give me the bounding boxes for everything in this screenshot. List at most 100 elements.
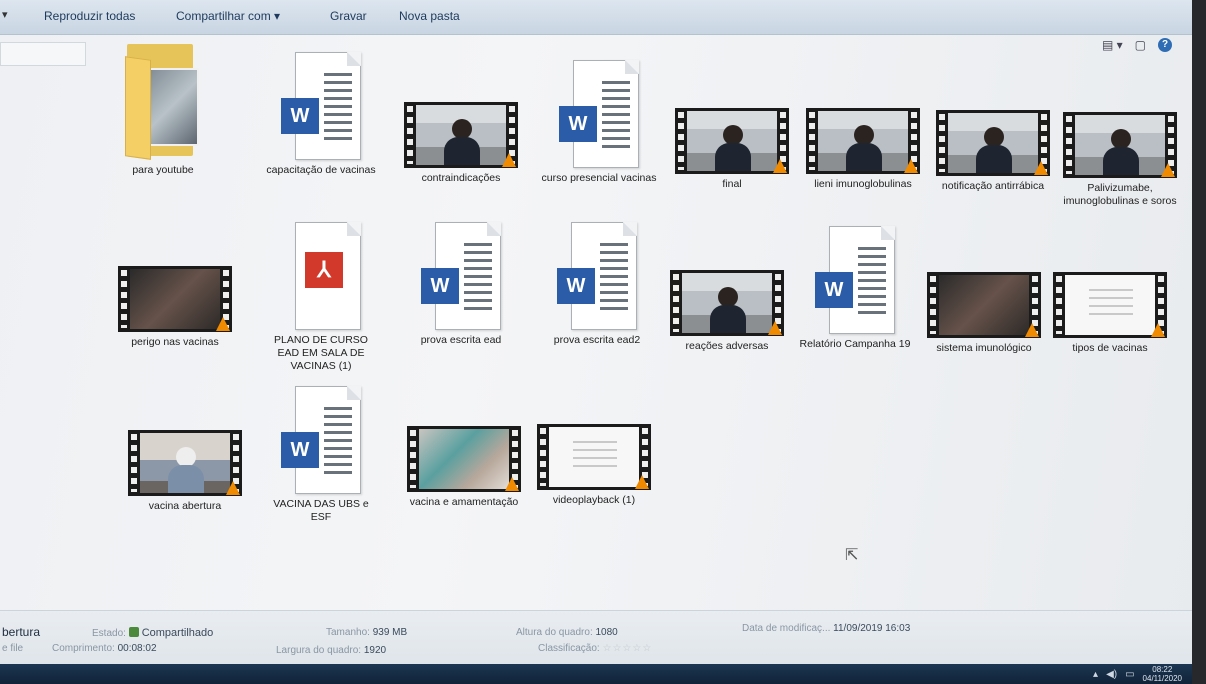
word-document-icon: W — [557, 222, 637, 330]
word-document-icon: W — [281, 386, 361, 494]
share-with-button[interactable]: Compartilhar com ▾ — [176, 9, 280, 23]
word-document-icon: W — [815, 226, 895, 334]
volume-icon[interactable]: ◀) — [1106, 669, 1117, 680]
vlc-cone-icon — [226, 481, 240, 495]
file-item-word[interactable]: W prova escrita ead — [402, 222, 520, 347]
state-label: Estado: — [92, 628, 126, 639]
file-name: perigo nas vacinas — [131, 336, 219, 348]
file-name: prova escrita ead2 — [553, 334, 641, 346]
acrobat-logo-icon: ⅄ — [305, 252, 343, 288]
file-item-video[interactable]: notificação antirrábica — [934, 86, 1052, 193]
file-item-video[interactable]: sistema imunológico — [925, 248, 1043, 355]
video-thumbnail-icon — [927, 272, 1041, 338]
length-field: Comprimento: 00:08:02 — [52, 643, 157, 654]
file-item-video[interactable]: contraindicações — [402, 78, 520, 185]
file-name: sistema imunológico — [936, 342, 1032, 354]
taskbar — [0, 664, 1192, 684]
file-name: videoplayback (1) — [552, 494, 636, 506]
file-name: VACINA DAS UBS e ESF — [273, 498, 369, 523]
frame-height-label: Altura do quadro: — [516, 627, 593, 638]
file-item-word[interactable]: W prova escrita ead2 — [538, 222, 656, 347]
file-item-video[interactable]: perigo nas vacinas — [116, 242, 234, 349]
length-label: Comprimento: — [52, 643, 115, 654]
burn-button[interactable]: Gravar — [330, 9, 367, 23]
file-item-video[interactable]: vacina abertura — [126, 406, 244, 513]
change-view-icon[interactable]: ▤ ▾ — [1102, 38, 1123, 52]
file-name: curso presencial vacinas — [541, 172, 657, 184]
file-name: prova escrita ead — [420, 334, 502, 346]
vlc-cone-icon — [216, 317, 230, 331]
preview-pane-icon[interactable]: ▢ — [1135, 38, 1146, 52]
video-thumbnail-icon — [404, 102, 518, 168]
file-name: notificação antirrábica — [941, 180, 1045, 192]
word-document-icon: W — [421, 222, 501, 330]
file-name: para youtube — [132, 164, 194, 176]
tray-expand-icon[interactable]: ▴ — [1093, 669, 1098, 680]
file-item-video[interactable]: vacina e amamentação — [405, 402, 523, 509]
vlc-cone-icon — [1151, 323, 1165, 337]
file-item-video[interactable]: lieni imunoglobulinas — [804, 84, 922, 191]
video-thumbnail-icon — [675, 108, 789, 174]
file-item-word[interactable]: W curso presencial vacinas — [540, 60, 658, 185]
modified-label: Data de modificaç... — [742, 623, 831, 634]
rating-stars[interactable]: ☆☆☆☆☆ — [602, 643, 652, 654]
modified-field: Data de modificaç... 11/09/2019 16:03 — [742, 623, 910, 634]
vlc-cone-icon — [1161, 163, 1175, 177]
video-thumbnail-icon — [537, 424, 651, 490]
vlc-cone-icon — [502, 153, 516, 167]
file-item-word[interactable]: W VACINA DAS UBS e ESF — [262, 386, 380, 524]
file-item-word[interactable]: W Relatório Campanha 19 — [796, 226, 914, 351]
pdf-document-icon: ⅄ — [281, 222, 361, 330]
video-thumbnail-icon — [936, 110, 1050, 176]
vlc-cone-icon — [904, 159, 918, 173]
frame-height-field: Altura do quadro: 1080 — [516, 627, 618, 638]
file-item-video[interactable]: videoplayback (1) — [535, 400, 653, 507]
video-thumbnail-icon — [1053, 272, 1167, 338]
file-name: PLANO DE CURSO EAD EM SALA DE VACINAS (1… — [274, 334, 368, 372]
video-thumbnail-icon — [407, 426, 521, 492]
view-controls: ▤ ▾ ▢ ? — [1102, 38, 1172, 52]
file-item-folder[interactable]: para youtube — [104, 44, 222, 177]
organize-dropdown-arrow-icon[interactable]: ▾ — [2, 8, 8, 21]
size-field: Tamanho: 939 MB — [326, 627, 407, 638]
word-badge: W — [557, 268, 595, 304]
new-folder-button[interactable]: Nova pasta — [399, 9, 460, 23]
file-name: vacina e amamentação — [409, 496, 519, 508]
navigation-pane[interactable] — [0, 42, 86, 66]
details-pane: bertura e file Estado: Compartilhado Com… — [0, 610, 1192, 665]
file-name: lieni imunoglobulinas — [814, 178, 912, 190]
file-item-word[interactable]: W capacitação de vacinas — [262, 52, 380, 177]
selected-file-type: e file — [2, 643, 24, 654]
clock-time: 08:22 — [1152, 665, 1173, 674]
file-item-video[interactable]: reações adversas — [668, 246, 786, 353]
vlc-cone-icon — [773, 159, 787, 173]
video-thumbnail-icon — [128, 430, 242, 496]
word-badge: W — [281, 432, 319, 468]
selected-file-name: bertura — [2, 625, 41, 639]
modified-value: 11/09/2019 16:03 — [833, 623, 911, 634]
vlc-cone-icon — [505, 477, 519, 491]
explorer-window: ▾ Reproduzir todas Compartilhar com ▾ Gr… — [0, 0, 1192, 684]
video-thumbnail-icon — [670, 270, 784, 336]
clock-date: 04/11/2020 — [1142, 674, 1182, 683]
word-badge: W — [421, 268, 459, 304]
size-label: Tamanho: — [326, 627, 370, 638]
help-icon[interactable]: ? — [1158, 38, 1172, 52]
file-name: capacitação de vacinas — [266, 164, 376, 176]
file-item-pdf[interactable]: ⅄ PLANO DE CURSO EAD EM SALA DE VACINAS … — [262, 222, 380, 373]
share-with-label: Compartilhar com — [176, 9, 271, 23]
file-name: tipos de vacinas — [1072, 342, 1148, 354]
word-badge: W — [559, 106, 597, 142]
file-name: vacina abertura — [148, 500, 222, 512]
word-badge: W — [281, 98, 319, 134]
file-item-video[interactable]: Palivizumabe, imunoglobulinas e soros — [1061, 88, 1179, 208]
frame-width-value: 1920 — [363, 645, 387, 656]
play-all-button[interactable]: Reproduzir todas — [44, 9, 135, 23]
network-icon[interactable]: ▭ — [1125, 669, 1134, 680]
system-tray: ▴ ◀) ▭ 08:22 04/11/2020 — [1093, 664, 1182, 684]
clock[interactable]: 08:22 04/11/2020 — [1143, 665, 1182, 683]
file-item-video[interactable]: final — [673, 84, 791, 191]
frame-height-value: 1080 — [595, 627, 618, 638]
word-document-icon: W — [559, 60, 639, 168]
file-item-video[interactable]: tipos de vacinas — [1051, 248, 1169, 355]
